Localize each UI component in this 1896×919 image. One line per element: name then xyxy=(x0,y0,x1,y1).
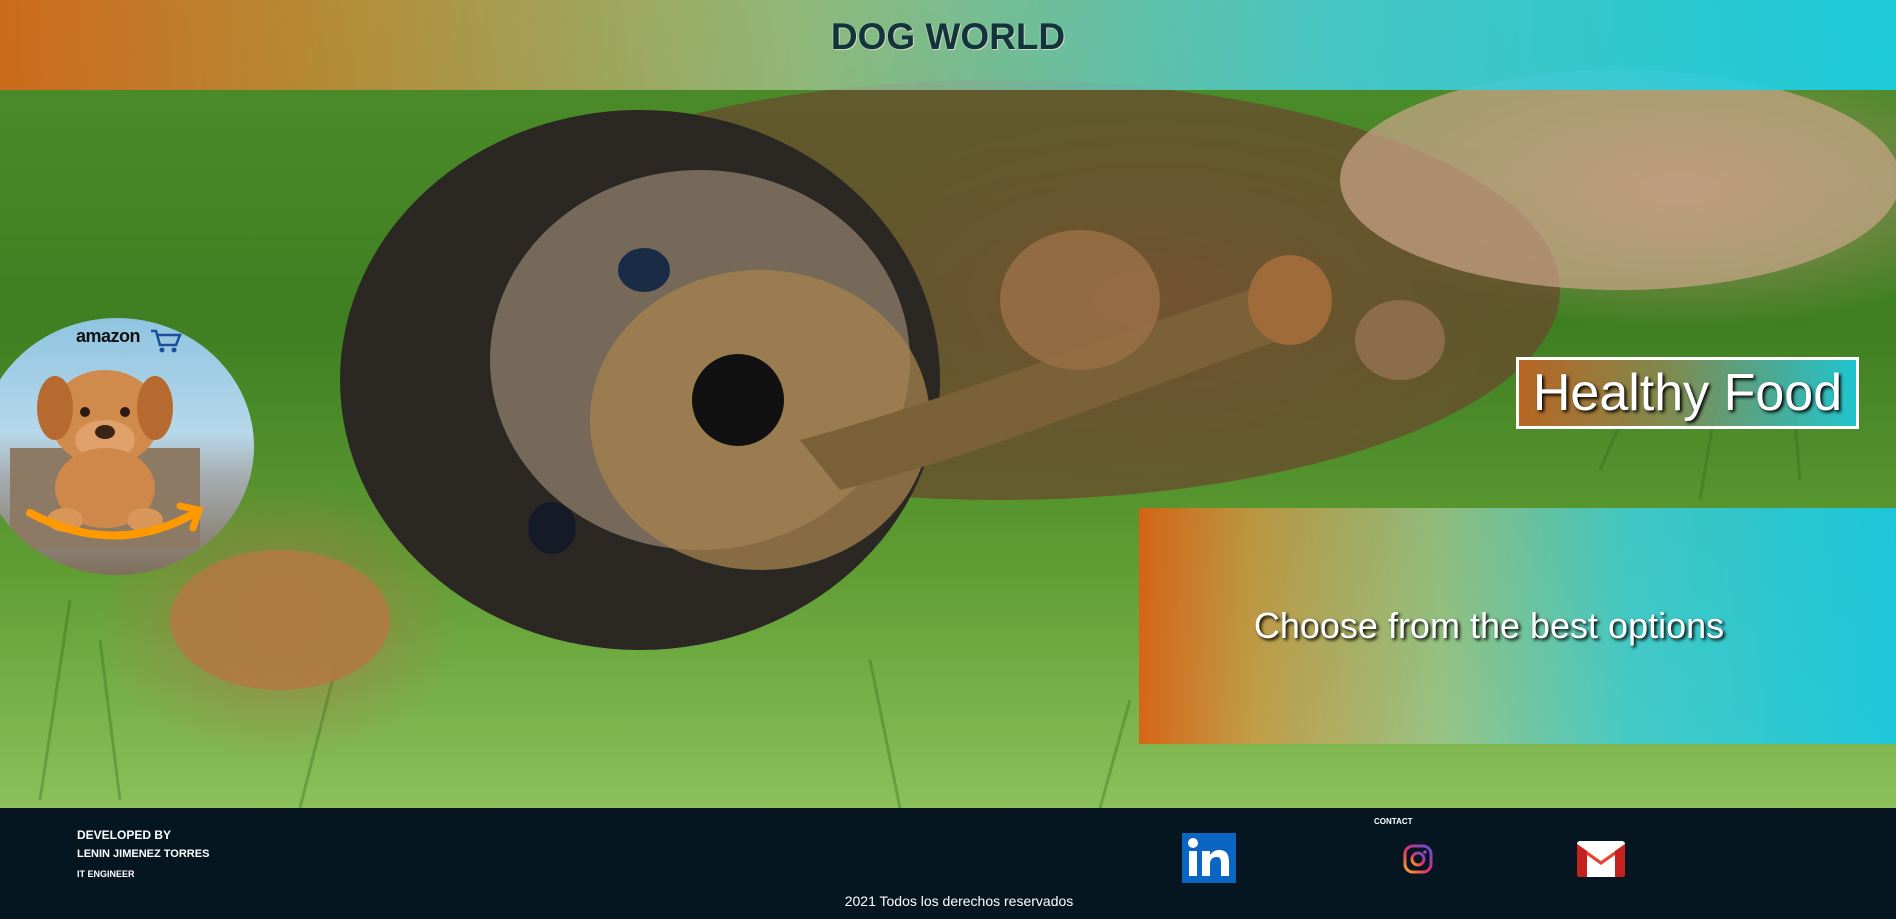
options-tagline: Choose from the best options xyxy=(1253,605,1725,646)
developer-role: IT ENGINEER xyxy=(77,869,135,879)
options-panel: Choose from the best options xyxy=(1139,508,1896,744)
instagram-icon[interactable] xyxy=(1403,844,1433,874)
amazon-smile-icon xyxy=(26,502,204,540)
footer: DEVELOPED BY LENIN JIMENEZ TORRES IT ENG… xyxy=(0,808,1896,919)
developer-name: LENIN JIMENEZ TORRES xyxy=(77,848,210,860)
contact-label: CONTACT xyxy=(1374,817,1413,826)
healthy-food-heading: Healthy Food xyxy=(1516,357,1859,429)
developed-by-label: DEVELOPED BY xyxy=(77,828,172,842)
gmail-icon[interactable] xyxy=(1577,841,1625,877)
copyright-text: 2021 Todos los derechos reservados xyxy=(844,893,1074,909)
amazon-logo-text: amazon xyxy=(76,326,141,346)
site-title: DOG WORLD xyxy=(830,16,1066,57)
linkedin-icon[interactable] xyxy=(1182,833,1236,883)
